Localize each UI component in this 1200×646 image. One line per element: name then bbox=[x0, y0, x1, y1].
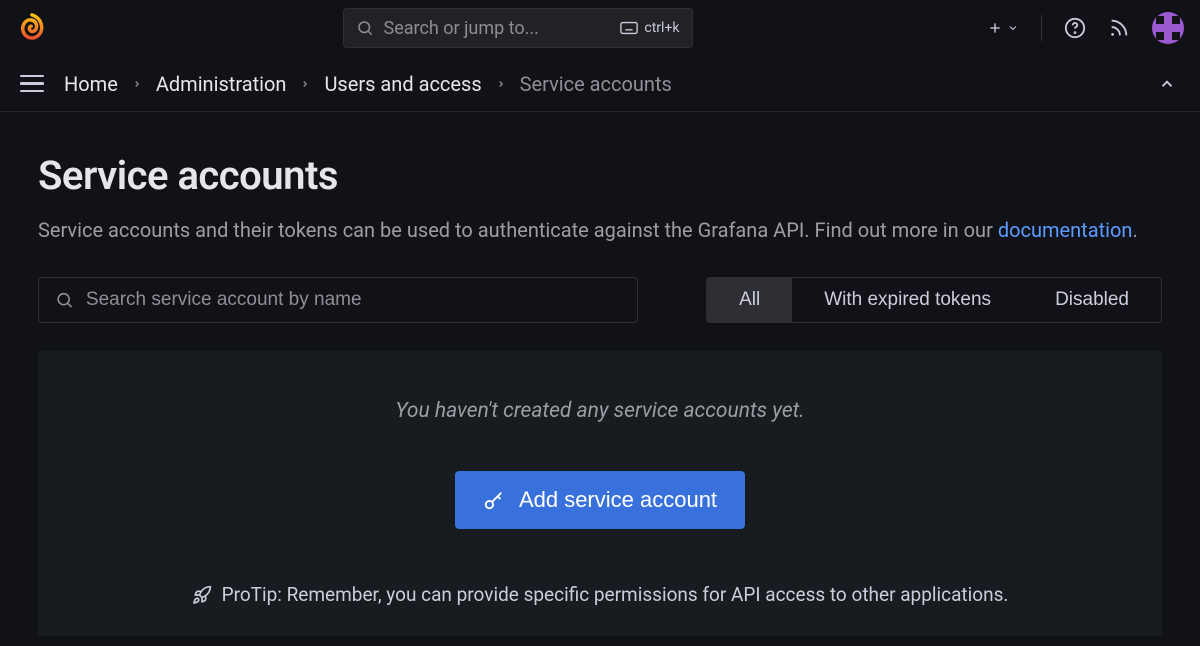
protip-text: ProTip: Remember, you can provide specif… bbox=[222, 583, 1009, 606]
divider bbox=[1041, 15, 1042, 41]
add-service-account-button[interactable]: Add service account bbox=[455, 471, 745, 529]
chevron-right-icon bbox=[300, 77, 310, 91]
controls-row: All With expired tokens Disabled bbox=[38, 277, 1162, 323]
search-icon bbox=[55, 290, 74, 310]
crumb-current: Service accounts bbox=[520, 72, 672, 96]
grafana-logo[interactable] bbox=[16, 12, 48, 44]
page-subtitle: Service accounts and their tokens can be… bbox=[38, 215, 1162, 245]
keyboard-icon bbox=[620, 21, 638, 35]
global-search-placeholder: Search or jump to... bbox=[384, 18, 611, 39]
empty-state: You haven't created any service accounts… bbox=[38, 351, 1162, 636]
breadcrumbs: Home Administration Users and access Ser… bbox=[64, 72, 1134, 96]
news-button[interactable] bbox=[1108, 17, 1130, 39]
key-icon bbox=[483, 489, 505, 511]
breadcrumb-row: Home Administration Users and access Ser… bbox=[0, 56, 1200, 112]
protip: ProTip: Remember, you can provide specif… bbox=[58, 583, 1142, 606]
keyboard-shortcut: ctrl+k bbox=[620, 20, 679, 36]
help-button[interactable] bbox=[1064, 17, 1086, 39]
documentation-link[interactable]: documentation bbox=[998, 218, 1133, 242]
top-bar: Search or jump to... ctrl+k bbox=[0, 0, 1200, 56]
user-avatar[interactable] bbox=[1152, 12, 1184, 44]
subtitle-suffix: . bbox=[1132, 218, 1137, 242]
filter-expired[interactable]: With expired tokens bbox=[792, 278, 1023, 322]
crumb-home[interactable]: Home bbox=[64, 72, 118, 96]
page-title: Service accounts bbox=[38, 152, 1162, 199]
collapse-button[interactable] bbox=[1152, 69, 1182, 99]
global-search[interactable]: Search or jump to... ctrl+k bbox=[343, 8, 693, 48]
search-icon bbox=[356, 19, 374, 37]
add-menu-button[interactable] bbox=[987, 20, 1019, 36]
subtitle-text: Service accounts and their tokens can be… bbox=[38, 218, 998, 242]
topbar-right bbox=[987, 12, 1184, 44]
filter-disabled[interactable]: Disabled bbox=[1023, 278, 1161, 322]
menu-toggle-button[interactable] bbox=[18, 69, 46, 99]
service-account-search-input[interactable] bbox=[86, 289, 621, 311]
chevron-right-icon bbox=[132, 77, 142, 91]
service-account-search[interactable] bbox=[38, 277, 638, 323]
filter-tabs: All With expired tokens Disabled bbox=[706, 277, 1162, 323]
rocket-icon bbox=[192, 585, 212, 605]
crumb-administration[interactable]: Administration bbox=[156, 72, 287, 96]
topbar-center: Search or jump to... ctrl+k bbox=[48, 8, 987, 48]
page-content: Service accounts Service accounts and th… bbox=[0, 112, 1200, 636]
filter-all[interactable]: All bbox=[707, 278, 792, 322]
shortcut-label: ctrl+k bbox=[644, 20, 679, 36]
chevron-right-icon bbox=[496, 77, 506, 91]
crumb-users-and-access[interactable]: Users and access bbox=[324, 72, 481, 96]
empty-message: You haven't created any service accounts… bbox=[58, 399, 1142, 423]
add-button-label: Add service account bbox=[519, 487, 717, 513]
